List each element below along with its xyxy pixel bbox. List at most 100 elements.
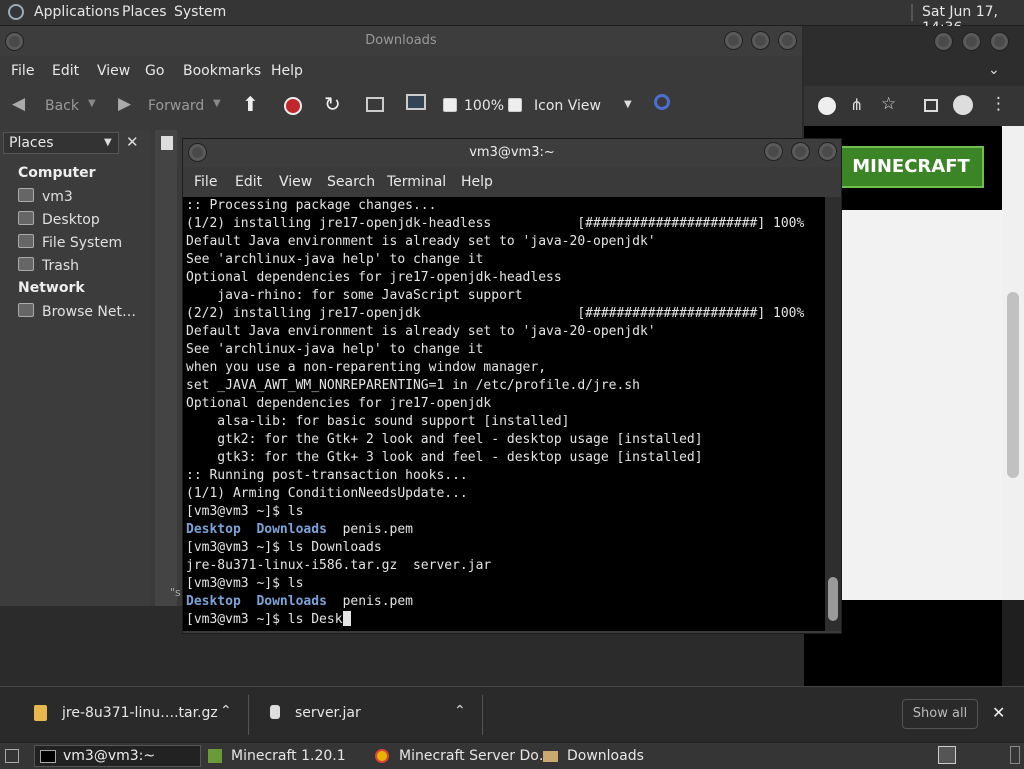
workspace-switcher[interactable] <box>938 746 956 764</box>
sidebar-item-desktop[interactable]: Desktop <box>18 211 100 228</box>
taskbar-item-browser[interactable]: Minecraft Server Do… <box>399 748 553 764</box>
edit-location-icon[interactable] <box>161 136 173 150</box>
minimize-icon[interactable] <box>764 142 783 161</box>
back-button[interactable]: Back <box>45 98 79 114</box>
download-item[interactable]: jre-8u371-linu….tar.gz ⌃ <box>14 687 246 741</box>
menu-file[interactable]: File <box>11 63 34 79</box>
home-icon[interactable] <box>366 97 384 112</box>
system-menu[interactable]: System <box>174 4 226 20</box>
view-mode-select[interactable]: Icon View <box>534 98 601 114</box>
trash-applet-icon[interactable] <box>1010 746 1020 764</box>
taskbar-item-downloads[interactable]: Downloads <box>567 748 644 764</box>
minecraft-banner-button[interactable]: MINECRAFT <box>838 146 984 188</box>
forward-history-icon[interactable]: ▼ <box>213 98 221 109</box>
download-filename: jre-8u371-linu….tar.gz <box>62 705 218 721</box>
close-sidebar-icon[interactable]: ✕ <box>126 133 139 151</box>
terminal-line: See 'archlinux-java help' to change it <box>186 252 484 267</box>
terminal-titlebar: vm3@vm3:~ <box>183 139 841 167</box>
search-icon[interactable] <box>654 94 670 110</box>
menu-help[interactable]: Help <box>461 174 493 190</box>
more-menu-icon[interactable]: ⋮ <box>990 94 1007 114</box>
command-line: [vm3@vm3 ~]$ ls Downloads <box>186 540 382 555</box>
menu-terminal[interactable]: Terminal <box>387 174 446 190</box>
menu-file[interactable]: File <box>194 174 217 190</box>
text-cursor <box>342 611 351 626</box>
scrollbar-thumb[interactable] <box>1007 292 1019 478</box>
page-scrollbar[interactable] <box>1002 126 1024 600</box>
chevron-up-icon[interactable]: ⌃ <box>220 703 232 719</box>
stop-icon[interactable] <box>284 97 302 115</box>
ls-file: penis.pem <box>342 594 414 609</box>
up-arrow-icon[interactable]: ⬆ <box>242 92 259 116</box>
menu-bookmarks[interactable]: Bookmarks <box>183 63 261 79</box>
reload-icon[interactable]: ↻ <box>324 92 341 116</box>
menu-view[interactable]: View <box>279 174 312 190</box>
bookmark-star-icon[interactable]: ☆ <box>881 94 896 114</box>
close-icon[interactable] <box>818 142 837 161</box>
minimize-icon[interactable] <box>934 32 953 51</box>
browser-toolbar: ⋔ ☆ ⋮ <box>804 86 1024 126</box>
taskbar-item-minecraft[interactable]: Minecraft 1.20.1 <box>231 748 346 764</box>
ls-dir: Downloads <box>256 522 327 537</box>
distro-logo-icon[interactable] <box>8 4 24 20</box>
current-prompt[interactable]: [vm3@vm3 ~]$ ls Desk <box>186 612 343 627</box>
sidebar-item-trash[interactable]: Trash <box>18 257 79 274</box>
drive-icon <box>18 234 34 248</box>
menu-help[interactable]: Help <box>271 63 303 79</box>
terminal-scrollbar[interactable] <box>825 197 841 631</box>
sidebar-item-file-system[interactable]: File System <box>18 234 122 251</box>
maximize-icon[interactable] <box>751 31 770 50</box>
fm-toolbar: ◀ Back ▼ ▶ Forward ▼ ⬆ ↻ 100% Icon View … <box>0 86 802 126</box>
sidebar-icon[interactable] <box>924 99 938 112</box>
status-fragment: "s <box>170 586 181 599</box>
sidebar-item-vm3[interactable]: vm3 <box>18 188 73 205</box>
menu-go[interactable]: Go <box>145 63 164 79</box>
back-history-icon[interactable]: ▼ <box>88 98 96 109</box>
chevron-down-icon[interactable]: ⌄ <box>988 62 1000 78</box>
google-icon[interactable] <box>818 97 836 115</box>
menu-edit[interactable]: Edit <box>52 63 79 79</box>
taskbar-item-terminal[interactable]: vm3@vm3:~ <box>34 745 201 767</box>
places-menu[interactable]: Places <box>122 4 167 20</box>
sidebar-selector[interactable]: Places ▼ <box>3 132 119 154</box>
menu-edit[interactable]: Edit <box>235 174 262 190</box>
terminal-line: Default Java environment is already set … <box>186 234 656 249</box>
chrome-icon <box>375 749 389 763</box>
terminal-output[interactable]: :: Processing package changes... (1/2) i… <box>183 197 825 631</box>
zoom-out-icon[interactable] <box>443 98 457 112</box>
terminal-line: gtk2: for the Gtk+ 2 look and feel - des… <box>217 432 703 447</box>
terminal-line: :: Running post-transaction hooks... <box>186 468 468 483</box>
section-network: Network <box>18 280 85 296</box>
terminal-line: :: Processing package changes... <box>186 198 437 213</box>
zoom-in-icon[interactable] <box>508 98 522 112</box>
close-icon[interactable] <box>778 31 797 50</box>
maximize-icon[interactable] <box>962 32 981 51</box>
section-computer: Computer <box>18 165 96 181</box>
computer-icon[interactable] <box>406 94 426 110</box>
terminal-line: (1/1) Arming ConditionNeedsUpdate... <box>186 486 468 501</box>
download-item[interactable]: server.jar ⌃ <box>252 687 480 741</box>
sidebar-item-browse-network[interactable]: Browse Net… <box>18 303 136 320</box>
forward-button[interactable]: Forward <box>148 98 204 114</box>
profile-avatar-icon[interactable] <box>953 95 973 115</box>
show-all-button[interactable]: Show all <box>902 699 978 729</box>
minimize-icon[interactable] <box>724 31 743 50</box>
close-icon[interactable] <box>990 32 1009 51</box>
applications-menu[interactable]: Applications <box>34 4 120 20</box>
share-icon[interactable]: ⋔ <box>850 95 863 114</box>
show-desktop-icon[interactable] <box>5 749 19 763</box>
terminal-icon <box>40 750 56 763</box>
desktop-folder-icon <box>18 211 34 225</box>
scrollbar-thumb[interactable] <box>828 577 838 621</box>
maximize-icon[interactable] <box>791 142 810 161</box>
menu-view[interactable]: View <box>97 63 130 79</box>
terminal-line: gtk3: for the Gtk+ 3 look and feel - des… <box>217 450 703 465</box>
view-mode-dropdown-icon[interactable]: ▼ <box>624 99 632 110</box>
forward-arrow-icon[interactable]: ▶ <box>118 94 131 114</box>
terminal-line: java-rhino: for some JavaScript support <box>217 288 523 303</box>
chevron-up-icon[interactable]: ⌃ <box>454 703 466 719</box>
close-downloads-icon[interactable]: ✕ <box>992 703 1005 722</box>
menu-search[interactable]: Search <box>327 174 375 190</box>
back-arrow-icon[interactable]: ◀ <box>12 94 25 114</box>
ls-dir: Downloads <box>256 594 327 609</box>
